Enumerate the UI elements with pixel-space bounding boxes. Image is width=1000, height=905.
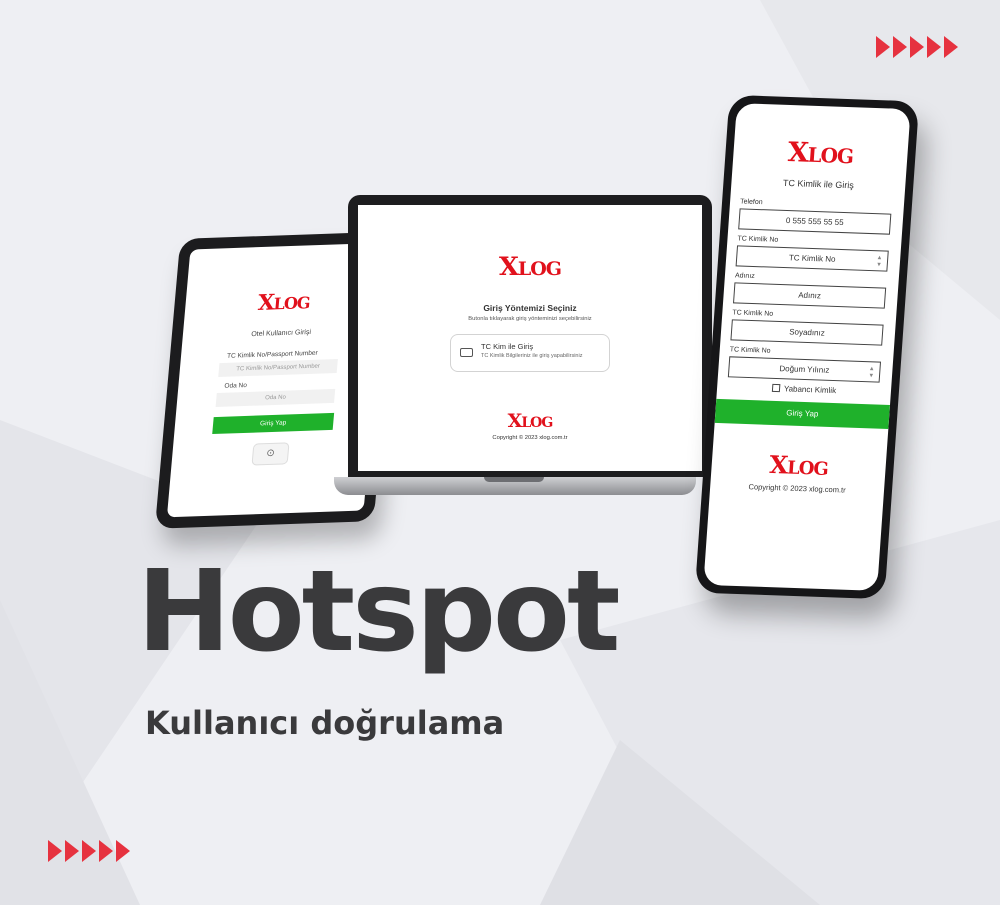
laptop-notch bbox=[534, 195, 564, 205]
laptop-copyright: Copyright © 2023 xlog.com.tr bbox=[492, 434, 568, 441]
spinner-icon: ▴ ▾ bbox=[877, 254, 882, 269]
tablet-id-input[interactable]: TC Kimlik No/Passport Number bbox=[218, 358, 338, 377]
arrows-decoration-top bbox=[876, 36, 958, 58]
phone-copyright: Copyright © 2023 xlog.com.tr bbox=[748, 482, 846, 495]
tablet-login-button[interactable]: Giriş Yap bbox=[212, 412, 335, 434]
phone-number-input[interactable]: 0 555 555 55 55 bbox=[738, 208, 892, 235]
laptop-base bbox=[334, 477, 696, 495]
subheadline: Kullanıcı doğrulama bbox=[145, 704, 505, 742]
phone-logo: XLOG bbox=[786, 136, 854, 169]
tc-id-input[interactable]: TC Kimlik No ▴ ▾ bbox=[735, 245, 889, 272]
phone-login-button[interactable]: Giriş Yap bbox=[714, 398, 891, 429]
tc-login-option[interactable]: TC Kim ile Giriş TC Kimlik Bilgileriniz … bbox=[450, 333, 610, 372]
birth-year-input[interactable]: Doğum Yılınız ▴ ▾ bbox=[727, 356, 882, 383]
id-card-icon bbox=[460, 347, 473, 357]
last-name-input[interactable]: Soyadınız bbox=[730, 319, 884, 346]
tc-login-option-desc: TC Kimlik Bilgileriniz ile giriş yapabil… bbox=[481, 352, 583, 359]
phone-screen: XLOG TC Kimlik ile Giriş Telefon 0 555 5… bbox=[703, 103, 911, 591]
foreign-id-checkbox[interactable]: Yabancı Kimlik bbox=[717, 382, 891, 397]
laptop-title: Giriş Yöntemizi Seçiniz bbox=[483, 302, 577, 313]
headline: Hotspot bbox=[137, 547, 621, 677]
phone-footer-logo: XLOG bbox=[768, 449, 829, 480]
tc-login-option-title: TC Kim ile Giriş bbox=[481, 341, 534, 351]
laptop-footer-logo: XLOG bbox=[507, 409, 554, 432]
checkbox-icon[interactable] bbox=[771, 383, 781, 393]
laptop-description: Butonla tıklayarak giriş yönteminizi seç… bbox=[468, 315, 592, 322]
tablet-room-input[interactable]: Oda No bbox=[215, 388, 336, 407]
laptop-screen: XLOG Giriş Yöntemizi Seçiniz Butonla tık… bbox=[358, 205, 702, 471]
back-icon[interactable]: ⊙ bbox=[251, 441, 290, 466]
laptop-logo: XLOG bbox=[498, 252, 562, 282]
first-name-input[interactable]: Adınız bbox=[733, 282, 887, 309]
laptop-device: XLOG Giriş Yöntemizi Seçiniz Butonla tık… bbox=[348, 195, 712, 477]
phone-device: XLOG TC Kimlik ile Giriş Telefon 0 555 5… bbox=[694, 94, 920, 600]
phone-title: TC Kimlik ile Giriş bbox=[782, 177, 855, 191]
tablet-field2-label: Oda No bbox=[224, 381, 248, 390]
arrows-decoration-bottom bbox=[48, 840, 130, 862]
spinner-icon: ▴ ▾ bbox=[869, 365, 874, 380]
